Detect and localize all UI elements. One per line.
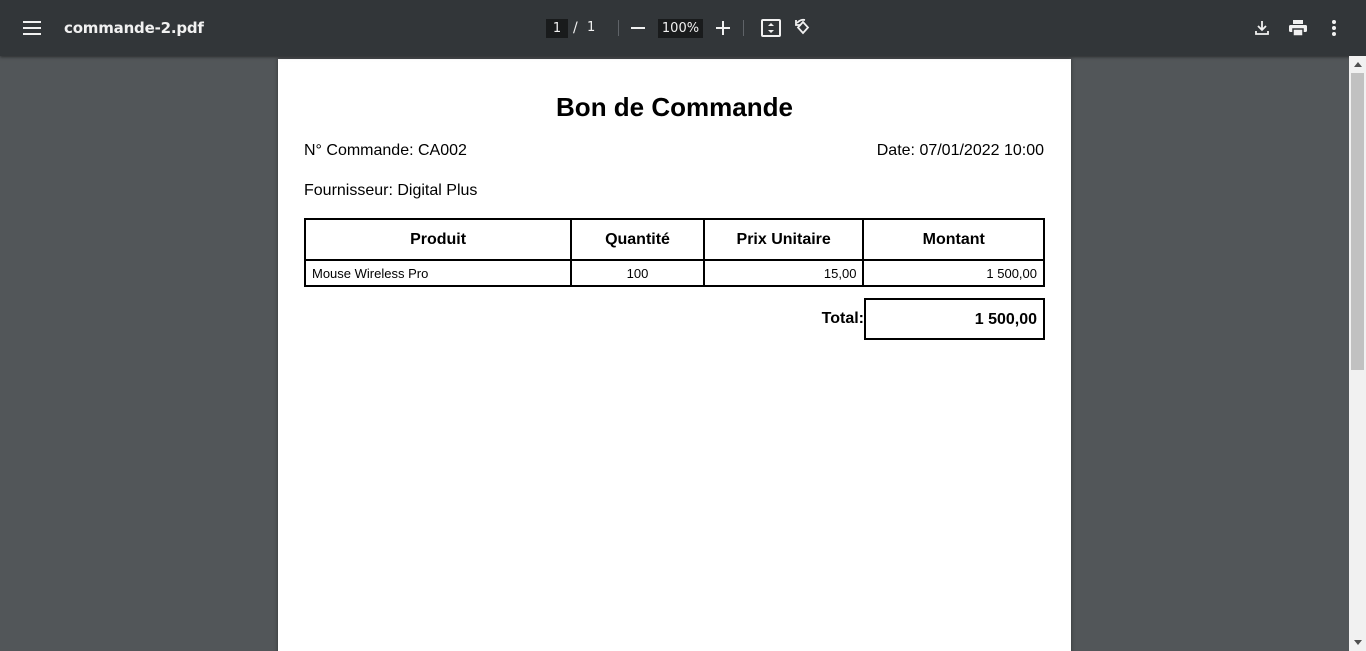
arrow-down-icon (1353, 640, 1362, 645)
page-number-input[interactable] (546, 19, 568, 38)
more-vert-icon (1332, 20, 1336, 36)
cell-product: Mouse Wireless Pro (303, 259, 573, 287)
column-header-amount: Montant (862, 218, 1045, 261)
column-header-product: Produit (303, 218, 573, 261)
order-number: N° Commande: CA002 (304, 142, 467, 159)
more-actions-button[interactable] (1322, 16, 1346, 40)
scrollbar-thumb[interactable] (1351, 73, 1364, 370)
zoom-input[interactable] (658, 19, 703, 38)
supplier-name: Fournisseur: Digital Plus (304, 182, 478, 199)
page-separator: / (573, 20, 578, 36)
zoom-in-icon (716, 21, 730, 35)
cell-amount: 1 500,00 (862, 259, 1045, 287)
pdf-toolbar: commande-2.pdf / 1 (0, 0, 1366, 56)
zoom-out-button[interactable] (626, 16, 650, 40)
order-items-table: Produit Quantité Prix Unitaire Montant M… (303, 218, 1045, 287)
fit-to-page-icon (761, 19, 781, 37)
document-heading: Bon de Commande (556, 92, 793, 122)
cell-quantity: 100 (570, 259, 705, 287)
download-button[interactable] (1250, 16, 1274, 40)
arrow-up-icon (1353, 62, 1362, 67)
table-row: Mouse Wireless Pro 100 15,00 1 500,00 (303, 259, 1045, 287)
fit-to-page-button[interactable] (759, 16, 783, 40)
zoom-in-button[interactable] (711, 16, 735, 40)
print-button[interactable] (1286, 16, 1310, 40)
cell-unit-price: 15,00 (702, 259, 865, 287)
total-value: 1 500,00 (864, 298, 1045, 340)
toolbar-divider (618, 20, 619, 36)
column-header-unit-price: Prix Unitaire (702, 218, 865, 261)
menu-button[interactable] (16, 12, 48, 44)
rotate-icon (795, 18, 810, 35)
table-header-row: Produit Quantité Prix Unitaire Montant (303, 218, 1045, 261)
rotate-button[interactable] (791, 16, 815, 40)
zoom-out-icon (631, 27, 645, 29)
order-date: Date: 07/01/2022 10:00 (876, 142, 1044, 159)
total-label: Total: (821, 310, 864, 327)
pdf-page: Bon de Commande N° Commande: CA002 Date:… (278, 59, 1071, 651)
print-icon (1289, 20, 1307, 36)
page-count: 1 (587, 20, 596, 35)
vertical-scrollbar[interactable] (1349, 56, 1366, 651)
toolbar-divider (743, 20, 744, 36)
scroll-down-button[interactable] (1349, 634, 1366, 651)
download-icon (1255, 21, 1269, 35)
scroll-up-button[interactable] (1349, 56, 1366, 73)
menu-icon (23, 21, 41, 35)
column-header-quantity: Quantité (570, 218, 705, 261)
document-title: commande-2.pdf (64, 19, 204, 37)
